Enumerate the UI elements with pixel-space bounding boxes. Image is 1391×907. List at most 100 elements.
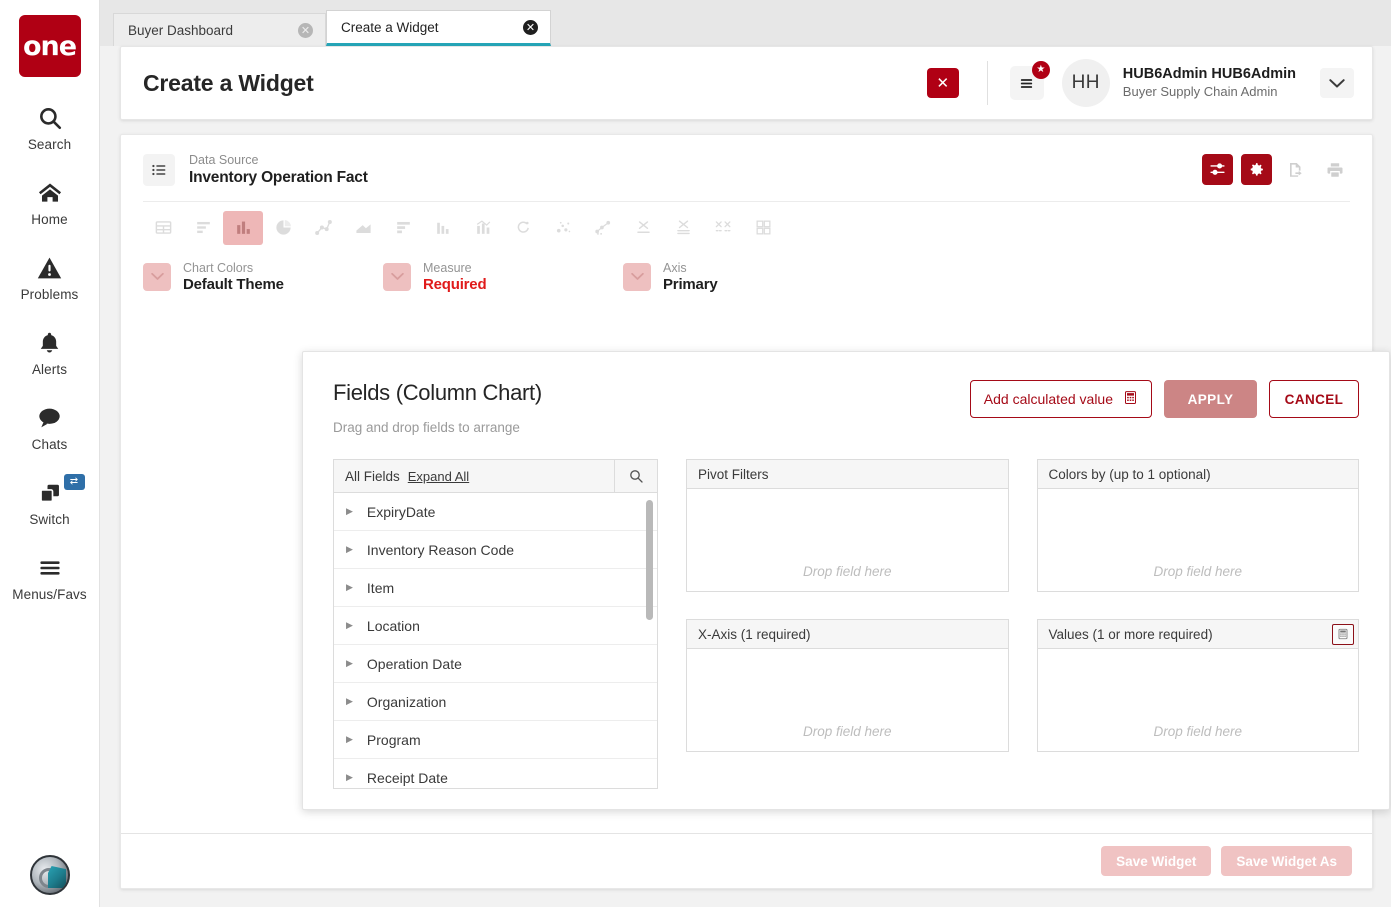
- sidebar-item-home[interactable]: Home: [0, 176, 100, 227]
- widget-footer: Save Widget Save Widget As: [121, 833, 1372, 888]
- scatter-matrix-chart-icon[interactable]: [703, 211, 743, 245]
- horizontal-bar-chart-icon[interactable]: [183, 211, 223, 245]
- search-icon[interactable]: [614, 459, 657, 493]
- list-item[interactable]: ▶ Receipt Date: [334, 759, 657, 788]
- close-page-button[interactable]: ✕: [926, 68, 959, 98]
- connected-scatter-chart-icon[interactable]: [583, 211, 623, 245]
- dropzone-pivot-filters[interactable]: Pivot Filters Drop field here: [686, 459, 1009, 592]
- line-chart-icon[interactable]: [303, 211, 343, 245]
- sidebar-label-search: Search: [27, 137, 72, 152]
- sidebar-label-switch: Switch: [29, 512, 70, 527]
- donut-progress-chart-icon[interactable]: [503, 211, 543, 245]
- user-profile-avatar-icon[interactable]: [30, 855, 70, 895]
- sidebar-item-problems[interactable]: Problems: [0, 251, 100, 302]
- settings-gear-icon[interactable]: [1241, 154, 1272, 186]
- data-source-actions: [1202, 154, 1350, 186]
- sidebar-item-alerts[interactable]: Alerts: [0, 326, 100, 377]
- user-name: HUB6Admin HUB6Admin: [1122, 65, 1296, 82]
- column-chart-icon[interactable]: [223, 210, 263, 245]
- app-root: one Search Home Problems Alerts Chats ⇄ …: [0, 0, 1391, 907]
- sidebar-item-switch[interactable]: ⇄ Switch: [0, 474, 100, 527]
- range-chart-icon[interactable]: [663, 211, 703, 245]
- all-fields-title: All Fields: [345, 468, 400, 484]
- list-item[interactable]: ▶ Inventory Reason Code: [334, 531, 657, 569]
- filters-icon[interactable]: [1202, 154, 1233, 186]
- table-chart-icon[interactable]: [143, 211, 183, 245]
- fields-dialog-title: Fields (Column Chart): [333, 380, 542, 405]
- print-icon[interactable]: [1319, 154, 1350, 185]
- list-icon[interactable]: [143, 153, 175, 186]
- chevron-right-icon[interactable]: ▶: [346, 506, 353, 517]
- list-item[interactable]: ▶ ExpiryDate: [334, 493, 657, 531]
- bubble-chart-icon[interactable]: [543, 211, 583, 245]
- close-icon[interactable]: ✕: [523, 19, 538, 35]
- fields-dialog-body: All Fields Expand All ▶ ExpiryDate ▶ Inv…: [333, 459, 1359, 789]
- sidebar-item-menus-favs[interactable]: Menus/Favs: [0, 551, 100, 602]
- dropzone-values[interactable]: Values (1 or more required) Drop field h…: [1036, 619, 1359, 752]
- chevron-right-icon[interactable]: ▶: [346, 620, 353, 631]
- sidebar-item-chats[interactable]: Chats: [0, 401, 100, 452]
- add-calculated-value-button[interactable]: Add calculated value: [969, 380, 1152, 418]
- dropzone-body[interactable]: Drop field here: [1038, 489, 1359, 591]
- chevron-right-icon[interactable]: ▶: [346, 544, 353, 555]
- area-chart-icon[interactable]: [343, 211, 383, 245]
- switch-badge-icon[interactable]: ⇄: [63, 474, 85, 490]
- chevron-down-icon[interactable]: [383, 262, 411, 291]
- box-plot-chart-icon[interactable]: [623, 211, 663, 245]
- pie-chart-icon[interactable]: [263, 211, 303, 245]
- chevron-right-icon[interactable]: ▶: [346, 772, 353, 783]
- scrollbar-thumb[interactable]: [646, 500, 653, 620]
- chevron-right-icon[interactable]: ▶: [346, 696, 353, 707]
- cancel-button[interactable]: CANCEL: [1269, 380, 1359, 418]
- data-source-value: Inventory Operation Fact: [189, 168, 368, 186]
- list-item[interactable]: ▶ Operation Date: [334, 645, 657, 683]
- bell-icon: [37, 326, 62, 360]
- chevron-right-icon[interactable]: ▶: [346, 658, 353, 669]
- list-item[interactable]: ▶ Location: [334, 607, 657, 645]
- calculator-icon[interactable]: [1332, 623, 1354, 645]
- header-divider: [986, 61, 988, 105]
- combo-chart-icon[interactable]: [463, 211, 503, 245]
- option-chart-colors[interactable]: Chart Colors Default Theme: [143, 261, 383, 293]
- apply-button[interactable]: APPLY: [1164, 380, 1257, 418]
- data-source-row: Data Source Inventory Operation Fact: [121, 135, 1372, 201]
- export-icon[interactable]: [1280, 154, 1311, 185]
- list-item[interactable]: ▶ Organization: [334, 683, 657, 721]
- chevron-right-icon[interactable]: ▶: [346, 582, 353, 593]
- list-item[interactable]: ▶ Program: [334, 721, 657, 759]
- all-fields-list[interactable]: ▶ ExpiryDate ▶ Inventory Reason Code ▶ I…: [334, 493, 657, 788]
- option-value: Required: [423, 276, 487, 294]
- dropzone-body[interactable]: Drop field here: [687, 489, 1008, 591]
- tab-strip: Buyer Dashboard ✕ Create a Widget ✕: [100, 0, 1391, 46]
- tab-label: Buyer Dashboard: [128, 22, 234, 38]
- dropzone-body[interactable]: Drop field here: [687, 649, 1008, 751]
- list-item[interactable]: ▶ Item: [334, 569, 657, 607]
- dropzone-body[interactable]: Drop field here: [1038, 649, 1359, 751]
- save-widget-button[interactable]: Save Widget: [1101, 846, 1212, 876]
- close-icon[interactable]: ✕: [298, 22, 313, 38]
- chevron-down-icon[interactable]: [623, 262, 651, 291]
- save-widget-as-button[interactable]: Save Widget As: [1221, 846, 1352, 876]
- dropzone-grid: Pivot Filters Drop field here Colors by …: [686, 459, 1359, 789]
- chevron-right-icon[interactable]: ▶: [346, 734, 353, 745]
- chevron-down-icon[interactable]: [1320, 68, 1354, 98]
- one-network-logo[interactable]: one: [18, 15, 81, 77]
- tab-create-a-widget[interactable]: Create a Widget ✕: [326, 10, 551, 46]
- switch-icon: [37, 476, 63, 510]
- sidebar-label-home: Home: [31, 212, 68, 227]
- chevron-down-icon[interactable]: [143, 262, 171, 291]
- dropzone-x-axis[interactable]: X-Axis (1 required) Drop field here: [686, 619, 1009, 752]
- tab-buyer-dashboard[interactable]: Buyer Dashboard ✕: [113, 13, 326, 46]
- dropzone-colors-by[interactable]: Colors by (up to 1 optional) Drop field …: [1036, 459, 1359, 592]
- expand-all-link[interactable]: Expand All: [408, 469, 469, 484]
- tile-chart-icon[interactable]: [743, 211, 783, 245]
- sidebar-item-search[interactable]: Search: [0, 101, 100, 152]
- stacked-bar-chart-icon[interactable]: [383, 211, 423, 245]
- avatar[interactable]: HH: [1061, 59, 1110, 107]
- dropzone-header: Colors by (up to 1 optional): [1037, 460, 1358, 489]
- option-axis[interactable]: Axis Primary: [623, 261, 718, 293]
- all-fields-header: All Fields Expand All: [334, 459, 657, 493]
- option-measure[interactable]: Measure Required: [383, 261, 623, 294]
- grouped-column-chart-icon[interactable]: [423, 211, 463, 245]
- notifications-menu-button[interactable]: ★: [1009, 61, 1050, 100]
